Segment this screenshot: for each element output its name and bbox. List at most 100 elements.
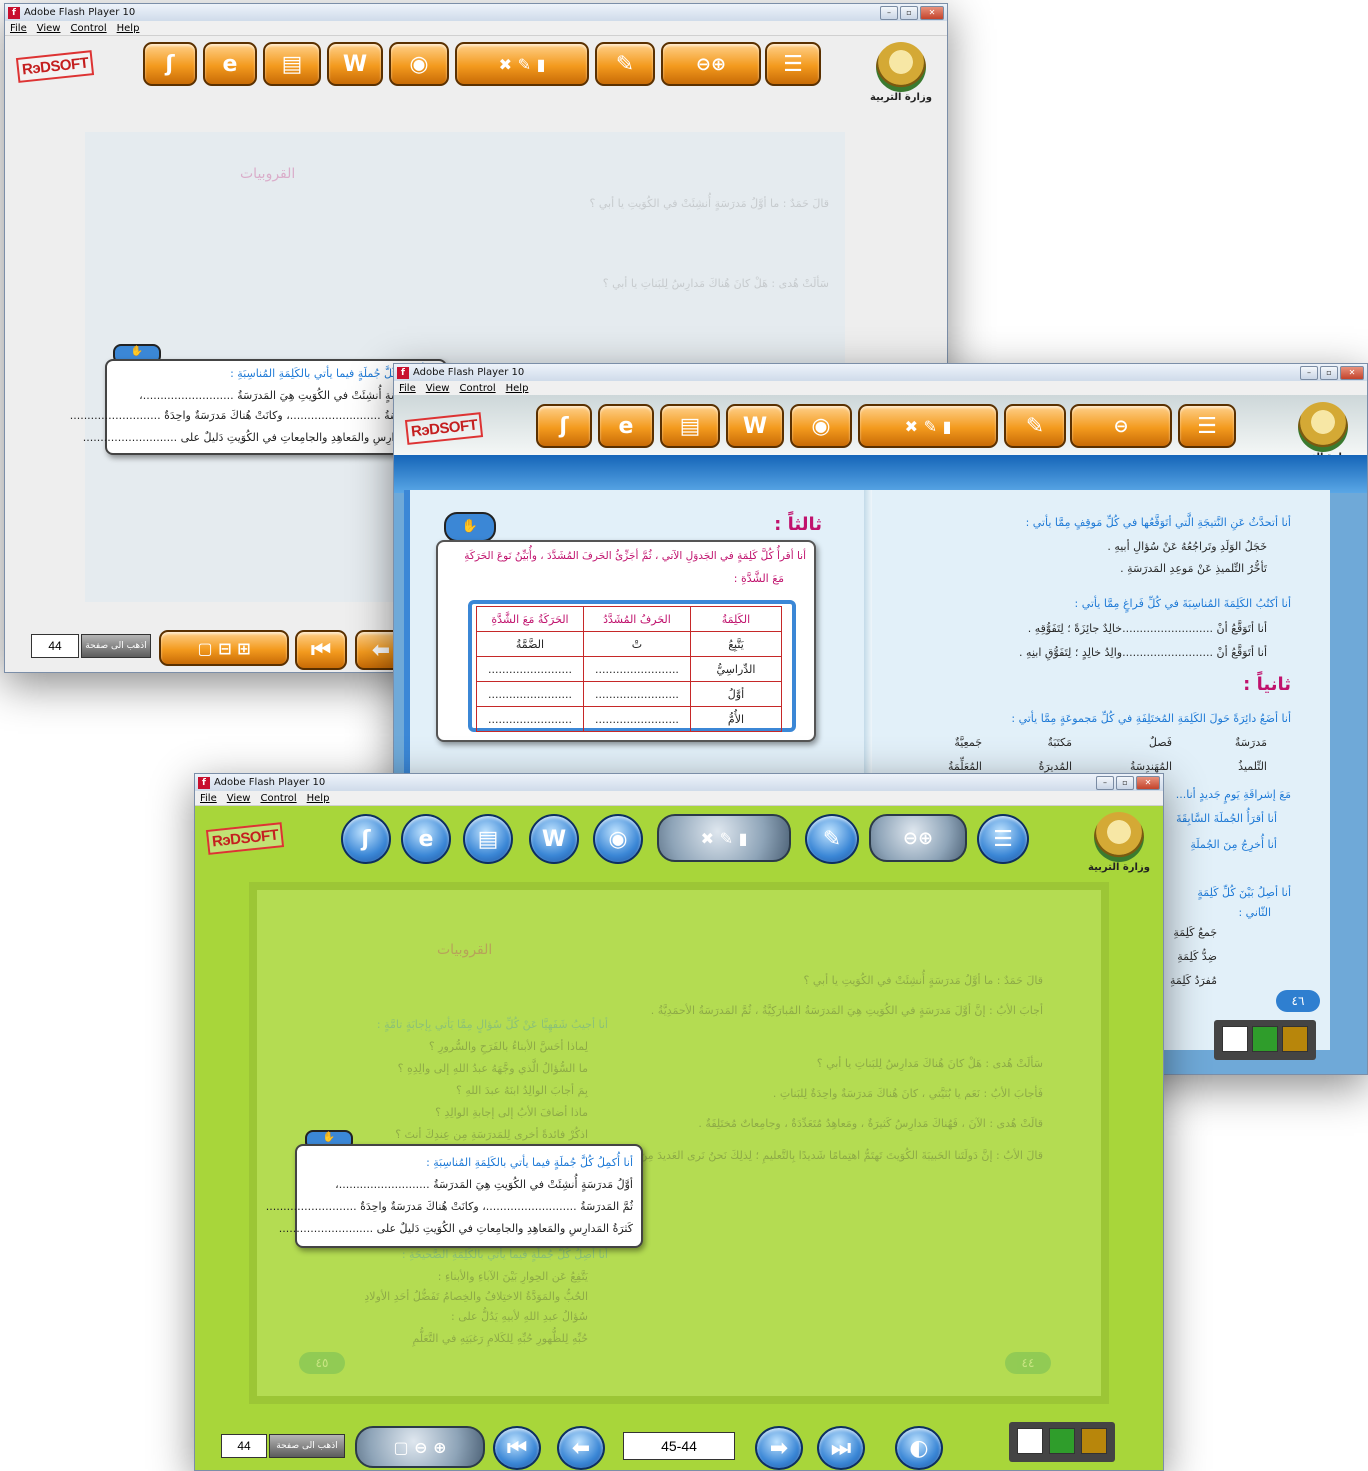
- menu-bar: File View Control Help: [5, 21, 947, 36]
- cd-button[interactable]: ◉: [593, 814, 643, 864]
- title-bar: f Adobe Flash Player 10 – ▫ ✕: [195, 774, 1163, 791]
- zoom-group[interactable]: ⊖: [1070, 404, 1172, 448]
- window-controls: – ▫ ✕: [1300, 365, 1364, 380]
- first-page-button[interactable]: ⏮: [295, 630, 347, 670]
- word-button[interactable]: W: [327, 42, 383, 86]
- back-button[interactable]: ⬅: [557, 1426, 605, 1470]
- minimize-icon[interactable]: –: [1096, 775, 1114, 790]
- go-to-page-button[interactable]: اذهب الى صفحة: [81, 634, 151, 658]
- print-button[interactable]: ▤: [463, 814, 513, 864]
- swatch-gold[interactable]: [1282, 1026, 1308, 1052]
- table-cell[interactable]: ........................: [476, 706, 584, 732]
- col-word: الكَلِمَةُ: [689, 606, 783, 632]
- menu-help[interactable]: Help: [117, 23, 140, 34]
- menu-control[interactable]: Control: [70, 23, 106, 34]
- kuwait-emblem-icon: [876, 42, 926, 92]
- swatch-gold[interactable]: [1081, 1428, 1107, 1454]
- maximize-icon[interactable]: ▫: [900, 5, 918, 20]
- exercise-table-box: أنا أقرأُ كُلَّ كَلِمَةٍ في الجَدوَلِ ال…: [436, 540, 816, 742]
- close-icon[interactable]: ✕: [920, 5, 944, 20]
- menu-view[interactable]: View: [37, 23, 61, 34]
- menu-control[interactable]: Control: [260, 793, 296, 804]
- shadda-table: الكَلِمَةُ الحَرفُ المُشَدَّدُ الحَرَكَة…: [476, 606, 783, 732]
- q5-item-2: أنا أتَوَقَّعُ أنْ .....................…: [1019, 646, 1267, 659]
- swatch-white[interactable]: [1222, 1026, 1248, 1052]
- table-cell[interactable]: ........................: [583, 706, 691, 732]
- first-page-button[interactable]: ⏮: [493, 1426, 541, 1470]
- cd-icon: ◉: [608, 826, 628, 852]
- window-controls: – ▫ ✕: [880, 5, 944, 20]
- maximize-icon[interactable]: ▫: [1320, 365, 1338, 380]
- zoom-group[interactable]: ⊖⊕: [869, 814, 967, 862]
- menu-view[interactable]: View: [227, 793, 251, 804]
- menu-file[interactable]: File: [10, 23, 27, 34]
- last-page-button[interactable]: ⏭: [817, 1426, 865, 1470]
- close-icon[interactable]: ✕: [1136, 775, 1160, 790]
- minimize-icon[interactable]: –: [880, 5, 898, 20]
- word-button[interactable]: W: [726, 404, 784, 448]
- index-button[interactable]: ☰: [1178, 404, 1236, 448]
- annotation-group[interactable]: ✖ ✎ ▮: [657, 814, 791, 862]
- zoom-out-icon: ⊖⊕: [695, 53, 727, 75]
- page-number-input[interactable]: 44: [221, 1434, 267, 1458]
- zoom-controls[interactable]: ▢ ⊟ ⊞: [159, 630, 289, 666]
- popup-question: أنا أُكمِلُ كُلَّ جُملَةٍ فيما يأتي بالك…: [426, 1156, 633, 1169]
- table-cell: يَتَّبِعُ: [689, 631, 783, 657]
- flash-app-icon: f: [8, 6, 20, 19]
- go-to-page-button[interactable]: اذهب الى صفحة: [269, 1434, 345, 1458]
- audio-button[interactable]: ʃ: [341, 814, 391, 864]
- menu-help[interactable]: Help: [506, 383, 529, 394]
- window-title: Adobe Flash Player 10: [214, 777, 326, 788]
- next-button[interactable]: ➡: [755, 1426, 803, 1470]
- annotation-group[interactable]: ✖ ✎ ▮: [455, 42, 589, 86]
- cd-button[interactable]: ◉: [790, 404, 852, 448]
- page-range-display[interactable]: 45-44: [623, 1432, 735, 1460]
- popup-line-1: أوَّلُ مَدرَسَةٍ أُنشِئَتْ في الكُوَيتِ …: [335, 1178, 633, 1191]
- close-icon[interactable]: ✕: [1340, 365, 1364, 380]
- internet-button[interactable]: e: [401, 814, 451, 864]
- q6-row2-w4: المُعَلِّمَةُ: [948, 760, 982, 773]
- table-cell[interactable]: ........................: [476, 656, 584, 682]
- index-button[interactable]: ☰: [765, 42, 821, 86]
- cd-button[interactable]: ◉: [389, 42, 449, 86]
- audio-button[interactable]: ʃ: [143, 42, 197, 86]
- q6-row2-w3: المُديرَةُ: [1038, 760, 1072, 773]
- word-button[interactable]: W: [529, 814, 579, 864]
- index-button[interactable]: ☰: [977, 814, 1029, 864]
- highlight-button[interactable]: ✎: [595, 42, 655, 86]
- menu-control[interactable]: Control: [459, 383, 495, 394]
- table-cell[interactable]: ........................: [583, 681, 691, 707]
- menu-file[interactable]: File: [200, 793, 217, 804]
- swatch-green[interactable]: [1049, 1428, 1075, 1454]
- book-left-q3: أنا أصِلُ كُلَّ جُملَةٍ فيما يأتي بالكَل…: [401, 1248, 608, 1261]
- index-icon: ☰: [993, 826, 1013, 852]
- print-button[interactable]: ▤: [263, 42, 321, 86]
- table-cell[interactable]: ........................: [476, 681, 584, 707]
- swatch-white[interactable]: [1017, 1428, 1043, 1454]
- menu-view[interactable]: View: [426, 383, 450, 394]
- menu-file[interactable]: File: [399, 383, 416, 394]
- book-right-para-3: سَألَتْ هُدى : هَلْ كانَ هُناكَ مَدارِسُ…: [816, 1057, 1043, 1070]
- ministry-logo: وزارة التربية: [867, 42, 935, 103]
- plus-minus-icon: ▢ ⊟ ⊞: [197, 638, 251, 658]
- table-cell[interactable]: ........................: [583, 656, 691, 682]
- zoom-controls[interactable]: ▢ ⊖ ⊕: [355, 1426, 485, 1468]
- mouse-button[interactable]: ◐: [895, 1426, 943, 1470]
- highlight-button[interactable]: ✎: [1004, 404, 1066, 448]
- highlight-button[interactable]: ✎: [805, 814, 859, 864]
- maximize-icon[interactable]: ▫: [1116, 775, 1134, 790]
- internet-button[interactable]: e: [598, 404, 654, 448]
- audio-icon: ʃ: [559, 413, 569, 439]
- zoom-in-icon: ⊖⊕: [902, 827, 934, 849]
- cd-icon: ◉: [811, 413, 831, 439]
- zoom-group[interactable]: ⊖⊕: [661, 42, 761, 86]
- menu-help[interactable]: Help: [307, 793, 330, 804]
- internet-button[interactable]: e: [203, 42, 257, 86]
- annotation-group[interactable]: ✖ ✎ ▮: [858, 404, 998, 448]
- audio-button[interactable]: ʃ: [536, 404, 592, 448]
- print-button[interactable]: ▤: [660, 404, 720, 448]
- page-number-input[interactable]: 44: [31, 634, 79, 658]
- minimize-icon[interactable]: –: [1300, 365, 1318, 380]
- popup-hand-tab[interactable]: ✋: [444, 512, 496, 542]
- swatch-green[interactable]: [1252, 1026, 1278, 1052]
